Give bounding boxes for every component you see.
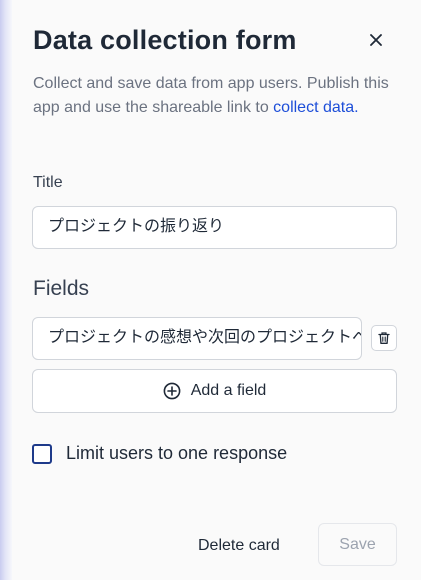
- title-label: Title: [33, 174, 63, 191]
- field-input[interactable]: プロジェクトの感想や次回のプロジェクトへの改善点: [32, 317, 362, 360]
- title-input[interactable]: プロジェクトの振り返り: [32, 206, 397, 249]
- canvas-edge: [0, 0, 12, 580]
- panel-description: Collect and save data from app users. Pu…: [33, 72, 408, 120]
- data-collection-panel: Data collection form Collect and save da…: [12, 0, 421, 580]
- limit-response-option[interactable]: Limit users to one response: [32, 443, 287, 464]
- limit-response-label: Limit users to one response: [66, 443, 288, 463]
- delete-card-button[interactable]: Delete card: [188, 526, 290, 566]
- delete-field-button[interactable]: [371, 325, 397, 351]
- fields-heading: Fields: [33, 277, 90, 300]
- plus-circle-icon: [163, 382, 181, 400]
- panel-title: Data collection form: [33, 25, 297, 55]
- add-field-label: Add a field: [190, 382, 267, 399]
- add-field-button[interactable]: Add a field: [32, 369, 397, 413]
- close-button[interactable]: [364, 28, 388, 52]
- limit-response-checkbox[interactable]: [32, 443, 52, 464]
- close-icon: [370, 34, 382, 46]
- trash-icon: [378, 332, 390, 344]
- collect-data-link[interactable]: collect data.: [273, 99, 358, 116]
- save-button[interactable]: Save: [318, 523, 397, 566]
